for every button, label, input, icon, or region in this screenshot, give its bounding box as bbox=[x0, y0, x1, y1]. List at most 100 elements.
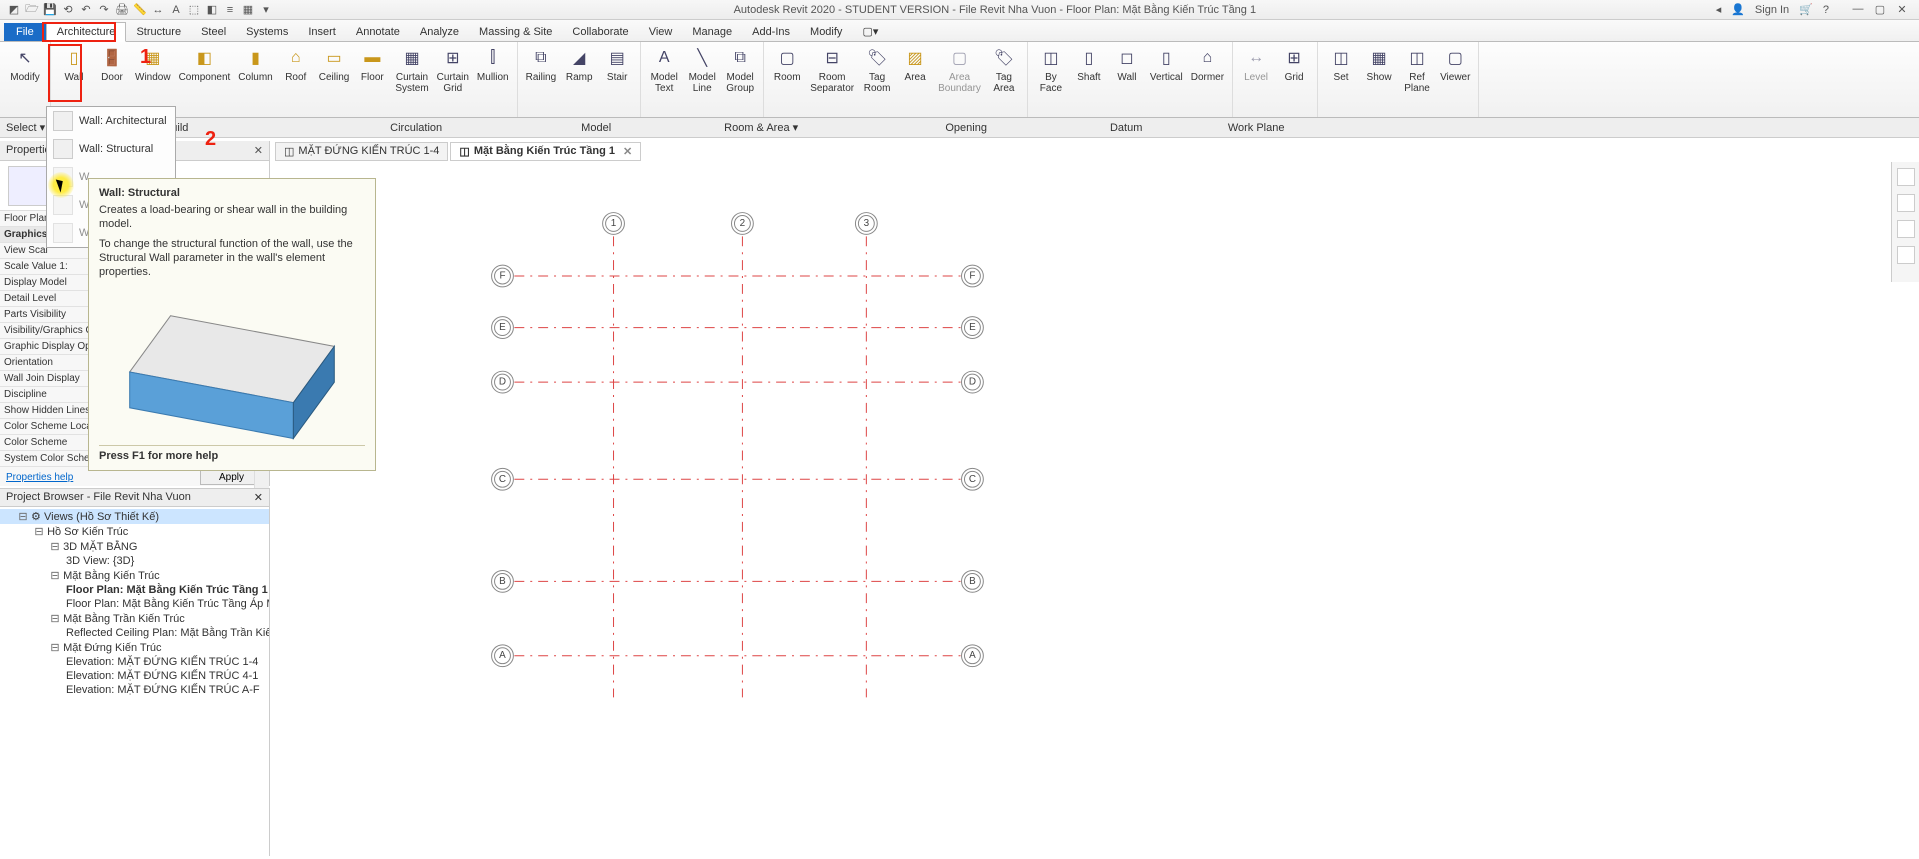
room-button[interactable]: ▢Room bbox=[768, 44, 806, 96]
maximize-button[interactable]: ▢ bbox=[1871, 3, 1889, 16]
select-panel-label[interactable]: Select ▾ bbox=[0, 121, 51, 134]
floor-button[interactable]: ▬Floor bbox=[353, 44, 391, 96]
vertical-opening-button[interactable]: ▯Vertical bbox=[1146, 44, 1187, 96]
wall-opening-icon: ◻ bbox=[1115, 46, 1139, 70]
railing-button[interactable]: ⧉Railing bbox=[522, 44, 561, 85]
nav-cube-icon[interactable] bbox=[1897, 194, 1915, 212]
text-icon[interactable]: A bbox=[168, 2, 184, 18]
tree-leaf-active[interactable]: Floor Plan: Mặt Bằng Kiến Trúc Tầng 1 bbox=[0, 583, 269, 597]
tab-architecture[interactable]: Architecture bbox=[46, 22, 127, 42]
help-icon[interactable]: ? bbox=[1823, 4, 1829, 16]
tab-addins[interactable]: Add-Ins bbox=[742, 23, 800, 41]
wall-opening-button[interactable]: ◻Wall bbox=[1108, 44, 1146, 96]
cart-icon[interactable]: 🛒 bbox=[1799, 3, 1813, 16]
area-button[interactable]: ▨Area bbox=[896, 44, 934, 96]
tree-leaf[interactable]: 3D View: {3D} bbox=[0, 554, 269, 568]
tab-modify[interactable]: Modify bbox=[800, 23, 852, 41]
tab-structure[interactable]: Structure bbox=[126, 23, 191, 41]
mullion-button[interactable]: ⫿Mullion bbox=[473, 44, 513, 96]
modify-button[interactable]: ↖Modify bbox=[4, 44, 46, 85]
sync-icon[interactable]: ⟲ bbox=[60, 2, 76, 18]
redo-icon[interactable]: ↷ bbox=[96, 2, 112, 18]
dormer-button[interactable]: ⌂Dormer bbox=[1187, 44, 1228, 96]
undo-icon[interactable]: ↶ bbox=[78, 2, 94, 18]
wall-architectural-item[interactable]: Wall: Architectural bbox=[47, 107, 175, 135]
doc-tab-elevation[interactable]: ◫MẶT ĐỨNG KIẾN TRÚC 1-4 bbox=[275, 142, 448, 161]
wall-button[interactable]: ▯Wall bbox=[55, 44, 93, 96]
save-icon[interactable]: 💾 bbox=[42, 2, 58, 18]
grid-button[interactable]: ⊞Grid bbox=[1275, 44, 1313, 85]
tree-node[interactable]: ⊟ 3D MẶT BẰNG bbox=[0, 539, 269, 554]
tree-leaf[interactable]: Reflected Ceiling Plan: Mặt Bằng Trần Ki… bbox=[0, 626, 269, 640]
close-tab-icon[interactable]: ✕ bbox=[623, 145, 632, 158]
tab-view[interactable]: View bbox=[639, 23, 683, 41]
ceiling-button[interactable]: ▭Ceiling bbox=[315, 44, 354, 96]
stair-button[interactable]: ▤Stair bbox=[598, 44, 636, 85]
room-separator-button[interactable]: ⊟Room Separator bbox=[806, 44, 858, 96]
shaft-button[interactable]: ▯Shaft bbox=[1070, 44, 1108, 96]
model-panel-label: Model bbox=[531, 122, 661, 134]
column-button[interactable]: ▮Column bbox=[234, 44, 276, 96]
close-windows-icon[interactable]: ▦ bbox=[240, 2, 256, 18]
tab-manage[interactable]: Manage bbox=[682, 23, 742, 41]
tag-room-button[interactable]: 🏷Tag Room bbox=[858, 44, 896, 96]
curtain-system-button[interactable]: ▦Curtain System bbox=[391, 44, 432, 96]
minimize-button[interactable]: — bbox=[1849, 3, 1867, 16]
tab-collaborate[interactable]: Collaborate bbox=[562, 23, 638, 41]
tree-leaf[interactable]: Elevation: MẶT ĐỨNG KIẾN TRÚC 4-1 bbox=[0, 669, 269, 683]
nav-wheel-icon[interactable] bbox=[1897, 220, 1915, 238]
model-group-button[interactable]: ⧉Model Group bbox=[721, 44, 759, 96]
tree-root[interactable]: ⊟ ⚙ Views (Hồ Sơ Thiết Kế) bbox=[0, 509, 269, 524]
tab-annotate[interactable]: Annotate bbox=[346, 23, 410, 41]
tree-leaf[interactable]: Elevation: MẶT ĐỨNG KIẾN TRÚC 1-4 bbox=[0, 655, 269, 669]
user-icon[interactable]: 👤 bbox=[1731, 3, 1745, 16]
wall-structural-item[interactable]: Wall: Structural bbox=[47, 135, 175, 163]
open-icon[interactable]: 🗁 bbox=[24, 2, 40, 18]
tab-massing[interactable]: Massing & Site bbox=[469, 23, 562, 41]
tab-contextual-icon[interactable]: ▢▾ bbox=[852, 22, 888, 41]
ramp-button[interactable]: ◢Ramp bbox=[560, 44, 598, 85]
tab-analyze[interactable]: Analyze bbox=[410, 23, 469, 41]
tree-node[interactable]: ⊟ Mặt Đứng Kiến Trúc bbox=[0, 640, 269, 655]
thin-lines-icon[interactable]: ≡ bbox=[222, 2, 238, 18]
tab-steel[interactable]: Steel bbox=[191, 23, 236, 41]
tree-leaf[interactable]: Floor Plan: Mặt Bằng Kiến Trúc Tầng Áp M… bbox=[0, 597, 269, 611]
tab-file[interactable]: File bbox=[4, 23, 46, 41]
nav-home-icon[interactable] bbox=[1897, 168, 1915, 186]
3d-icon[interactable]: ⬚ bbox=[186, 2, 202, 18]
switch-windows-icon[interactable]: ▾ bbox=[258, 2, 274, 18]
close-button[interactable]: ✕ bbox=[1893, 3, 1911, 16]
set-button[interactable]: ◫Set bbox=[1322, 44, 1360, 96]
drawing-canvas[interactable]: 123FFEEDDCCBBAA bbox=[270, 162, 1889, 856]
tree-node[interactable]: ⊟ Mặt Bằng Kiến Trúc bbox=[0, 568, 269, 583]
tree-node[interactable]: ⊟ Hồ Sơ Kiến Trúc bbox=[0, 524, 269, 539]
curtain-grid-button[interactable]: ⊞Curtain Grid bbox=[433, 44, 473, 96]
print-icon[interactable]: 🖨 bbox=[114, 2, 130, 18]
dimension-icon[interactable]: ↔ bbox=[150, 2, 166, 18]
section-icon[interactable]: ◧ bbox=[204, 2, 220, 18]
model-line-button[interactable]: ╲Model Line bbox=[683, 44, 721, 96]
room-area-panel-label[interactable]: Room & Area ▾ bbox=[661, 121, 861, 134]
tree-leaf[interactable]: Elevation: MẶT ĐỨNG KIẾN TRÚC A-F bbox=[0, 683, 269, 697]
tab-insert[interactable]: Insert bbox=[298, 23, 346, 41]
model-text-button[interactable]: AModel Text bbox=[645, 44, 683, 96]
roof-button[interactable]: ⌂Roof bbox=[277, 44, 315, 96]
measure-icon[interactable]: 📏 bbox=[132, 2, 148, 18]
viewer-button[interactable]: ▢Viewer bbox=[1436, 44, 1474, 96]
window-button[interactable]: ▦Window bbox=[131, 44, 175, 96]
by-face-button[interactable]: ◫By Face bbox=[1032, 44, 1070, 96]
browser-close-icon[interactable]: ✕ bbox=[254, 491, 263, 504]
tab-systems[interactable]: Systems bbox=[236, 23, 298, 41]
component-button[interactable]: ◧Component bbox=[175, 44, 235, 96]
tree-node[interactable]: ⊟ Mặt Bằng Trần Kiến Trúc bbox=[0, 611, 269, 626]
tag-area-button[interactable]: 🏷Tag Area bbox=[985, 44, 1023, 96]
nav-zoom-icon[interactable] bbox=[1897, 246, 1915, 264]
ref-plane-button[interactable]: ◫Ref Plane bbox=[1398, 44, 1436, 96]
door-button[interactable]: 🚪Door bbox=[93, 44, 131, 96]
properties-help-link[interactable]: Properties help bbox=[6, 472, 73, 483]
infocenter-left-icon[interactable]: ◂ bbox=[1716, 3, 1722, 16]
doc-tab-floorplan[interactable]: ◫Mặt Bằng Kiến Trúc Tầng 1✕ bbox=[450, 142, 641, 161]
properties-close-icon[interactable]: ✕ bbox=[254, 144, 263, 157]
sign-in-label[interactable]: Sign In bbox=[1755, 4, 1789, 16]
show-button[interactable]: ▦Show bbox=[1360, 44, 1398, 96]
